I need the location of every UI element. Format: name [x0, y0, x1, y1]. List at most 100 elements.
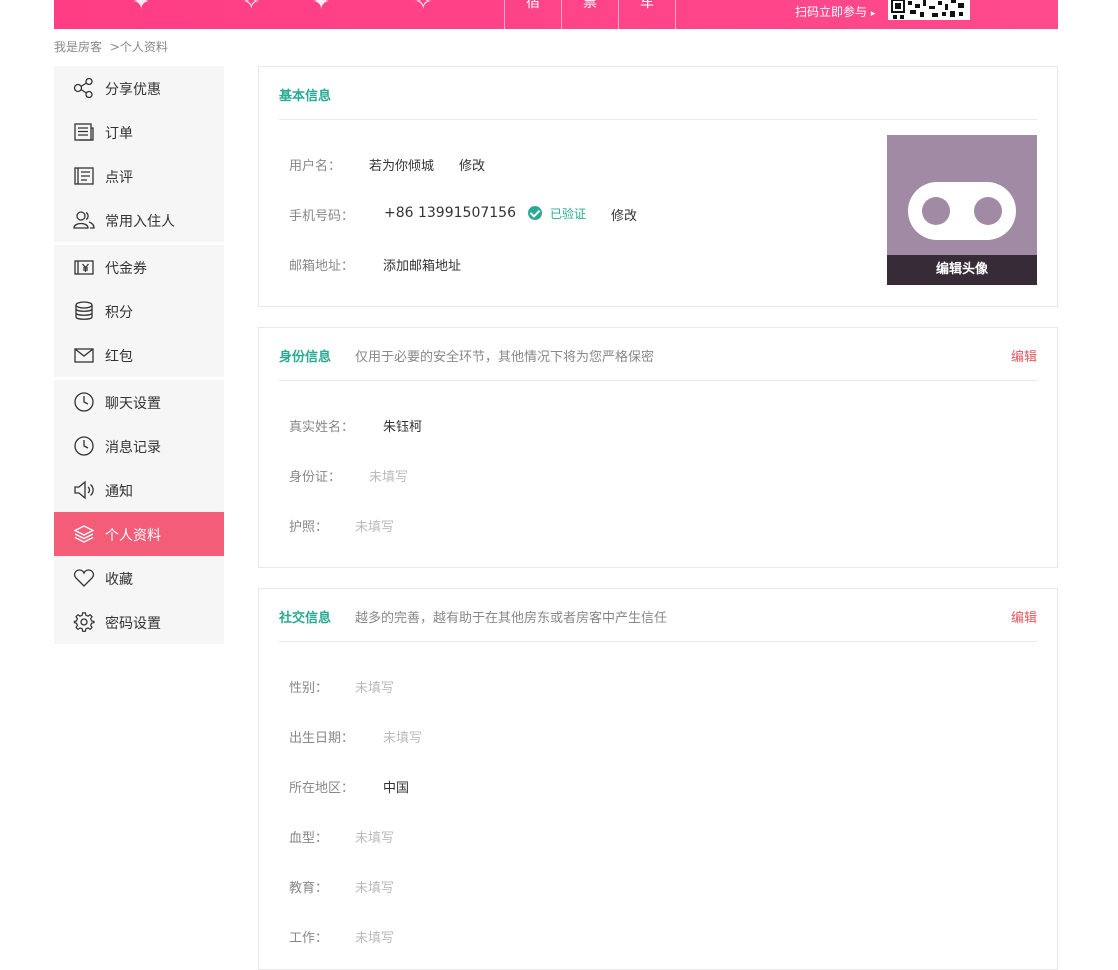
birthday-value: 未填写: [383, 731, 423, 746]
arrow-right-icon: ▸: [870, 9, 876, 19]
username-value: 若为你倾城: [369, 159, 435, 174]
identity-info-panel: 身份信息 仅用于必要的安全环节，其他情况下将为您严格保密 编辑 真实姓名： 朱钰…: [258, 327, 1058, 568]
region-value: 中国: [383, 781, 410, 796]
sidebar-group: 聊天设置 消息记录 通知 个人资料 收藏 密码设置: [54, 380, 224, 644]
clock-icon: [73, 391, 95, 413]
social-edit-link[interactable]: 编辑: [1011, 607, 1037, 626]
verified-badge: 已验证: [528, 205, 586, 222]
sidebar-group: 分享优惠 订单 点评 常用入住人: [54, 66, 224, 242]
order-icon: [73, 121, 95, 143]
promo-banner[interactable]: ✦ ✧ ✦ ✧ 宿 票 车 扫码立即参与 ▸: [54, 0, 1058, 29]
panel-title: 身份信息: [279, 350, 332, 365]
sidebar-item-label: 收藏: [105, 572, 133, 588]
idcard-value: 未填写: [369, 470, 409, 485]
sidebar-item-points[interactable]: 积分: [54, 289, 224, 333]
phone-value: +86 13991507156: [384, 205, 516, 221]
avatar-face: [908, 182, 1016, 240]
breadcrumb-separator: >: [109, 40, 120, 54]
sidebar-item-favorites[interactable]: 收藏: [54, 556, 224, 600]
realname-value: 朱钰柯: [383, 420, 423, 435]
scan-prompt[interactable]: 扫码立即参与 ▸: [795, 3, 875, 20]
work-label: 工作：: [289, 931, 329, 946]
coupon-icon: [73, 256, 95, 278]
gender-value: 未填写: [355, 681, 395, 696]
breadcrumb: 我是房客 >个人资料: [54, 38, 168, 55]
panel-title: 社交信息: [279, 611, 332, 626]
sidebar-item-label: 消息记录: [105, 440, 161, 456]
sidebar-group: 代金券 积分 红包: [54, 245, 224, 377]
breadcrumb-root[interactable]: 我是房客: [54, 40, 102, 54]
passport-label: 护照：: [289, 520, 329, 535]
sidebar-item-label: 订单: [105, 126, 133, 142]
banner-tab[interactable]: 宿: [504, 0, 561, 29]
share-icon: [73, 77, 95, 99]
birthday-label: 出生日期：: [289, 731, 355, 746]
check-circle-icon: [528, 206, 542, 220]
sidebar-item-profile[interactable]: 个人资料: [54, 512, 224, 556]
banner-decoration: ✧: [242, 0, 261, 15]
phone-edit-link[interactable]: 修改: [611, 205, 637, 224]
phone-label: 手机号码：: [289, 209, 355, 224]
username-edit-link[interactable]: 修改: [459, 155, 485, 174]
username-label: 用户名：: [289, 159, 342, 174]
guests-icon: [73, 209, 95, 231]
sidebar-item-password[interactable]: 密码设置: [54, 600, 224, 644]
gender-label: 性别：: [289, 681, 329, 696]
edit-avatar-button[interactable]: 编辑头像: [887, 255, 1037, 285]
idcard-label: 身份证：: [289, 470, 342, 485]
sidebar-item-messages[interactable]: 消息记录: [54, 424, 224, 468]
sidebar-item-label: 个人资料: [105, 528, 161, 544]
banner-tab[interactable]: 票: [561, 0, 618, 29]
education-label: 教育：: [289, 881, 329, 896]
passport-value: 未填写: [355, 520, 395, 535]
sidebar-item-red-envelope[interactable]: 红包: [54, 333, 224, 377]
sidebar-item-orders[interactable]: 订单: [54, 110, 224, 154]
sidebar-item-guests[interactable]: 常用入住人: [54, 198, 224, 242]
avatar-eye: [922, 197, 950, 225]
education-value: 未填写: [355, 881, 395, 896]
basic-info-panel: 基本信息 用户名： 若为你倾城 修改 手机号码： +86 13991507156…: [258, 66, 1058, 307]
banner-decoration: ✧: [414, 0, 433, 15]
sidebar-item-notifications[interactable]: 通知: [54, 468, 224, 512]
panel-header: 社交信息 越多的完善，越有助于在其他房东或者房客中产生信任 编辑: [279, 589, 1037, 642]
sidebar-item-label: 密码设置: [105, 616, 161, 632]
sidebar-item-label: 积分: [105, 305, 133, 321]
region-label: 所在地区：: [289, 781, 355, 796]
sidebar-item-label: 通知: [105, 484, 133, 500]
panel-description: 仅用于必要的安全环节，其他情况下将为您严格保密: [355, 350, 655, 365]
sidebar-item-chat-settings[interactable]: 聊天设置: [54, 380, 224, 424]
work-value: 未填写: [355, 931, 395, 946]
avatar[interactable]: 编辑头像: [887, 135, 1037, 285]
heart-icon: [73, 567, 95, 589]
panel-title: 基本信息: [279, 89, 332, 104]
sidebar-nav: 分享优惠 订单 点评 常用入住人 代金券 积分 红包 聊天设置 消息记录 通知 …: [54, 66, 224, 647]
qr-code-image: [888, 0, 970, 20]
add-email-link[interactable]: 添加邮箱地址: [383, 255, 461, 274]
points-icon: [73, 300, 95, 322]
red-envelope-icon: [73, 344, 95, 366]
sidebar-item-label: 常用入住人: [105, 214, 175, 230]
sidebar-item-label: 红包: [105, 349, 133, 365]
verified-text: 已验证: [550, 207, 587, 221]
banner-tabs: 宿 票 车: [504, 0, 676, 29]
panel-header: 身份信息 仅用于必要的安全环节，其他情况下将为您严格保密 编辑: [279, 328, 1037, 381]
sidebar-item-reviews[interactable]: 点评: [54, 154, 224, 198]
social-info-panel: 社交信息 越多的完善，越有助于在其他房东或者房客中产生信任 编辑 性别： 未填写…: [258, 588, 1058, 970]
sidebar-item-share[interactable]: 分享优惠: [54, 66, 224, 110]
sidebar-item-label: 分享优惠: [105, 82, 161, 98]
blood-value: 未填写: [355, 831, 395, 846]
breadcrumb-current: 个人资料: [119, 40, 168, 54]
email-label: 邮箱地址：: [289, 259, 355, 274]
review-icon: [73, 165, 95, 187]
sidebar-item-label: 代金券: [105, 261, 147, 277]
identity-edit-link[interactable]: 编辑: [1011, 346, 1037, 365]
speaker-icon: [73, 479, 95, 501]
panel-description: 越多的完善，越有助于在其他房东或者房客中产生信任: [355, 611, 668, 626]
sidebar-item-coupons[interactable]: 代金券: [54, 245, 224, 289]
banner-tab[interactable]: 车: [618, 0, 676, 29]
panel-header: 基本信息: [279, 67, 1037, 120]
clock-icon: [73, 435, 95, 457]
layers-icon: [73, 523, 95, 545]
gear-icon: [73, 611, 95, 633]
avatar-eye: [974, 197, 1002, 225]
